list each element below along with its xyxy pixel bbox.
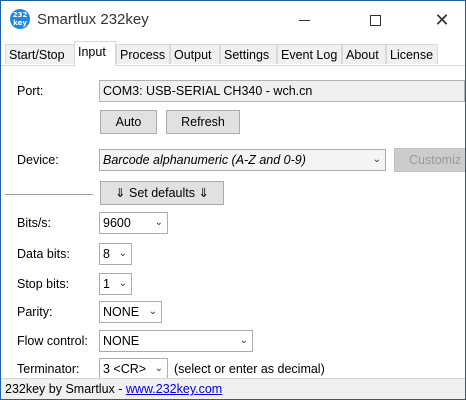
stopbits-select-value: 1 — [103, 277, 110, 291]
device-label: Device: — [17, 153, 59, 167]
divider — [5, 194, 93, 195]
terminator-select-value: 3 <CR> — [103, 362, 147, 376]
tab-settings[interactable]: Settings — [220, 44, 277, 64]
parity-select-value: NONE — [103, 305, 140, 319]
chevron-down-icon: ⌄ — [148, 306, 157, 317]
flow-select[interactable]: NONE ⌄ — [99, 330, 253, 352]
window-title: Smartlux 232key — [37, 11, 149, 28]
parity-label: Parity: — [17, 305, 53, 319]
close-icon: ✕ — [434, 9, 450, 31]
tab-start-stop[interactable]: Start/Stop — [5, 44, 75, 64]
databits-label: Data bits: — [17, 247, 70, 261]
minimize-icon — [298, 19, 310, 21]
bits-label: Bits/s: — [17, 216, 52, 230]
tab-input[interactable]: Input — [74, 41, 116, 66]
status-text: 232key by Smartlux - — [5, 382, 126, 396]
device-select[interactable]: Barcode alphanumeric (A-Z and 0-9) ⌄ — [99, 149, 386, 171]
maximize-button[interactable] — [352, 1, 398, 39]
device-select-value: Barcode alphanumeric (A-Z and 0-9) — [103, 153, 306, 167]
flow-select-value: NONE — [103, 334, 140, 348]
tab-process[interactable]: Process — [116, 44, 170, 64]
app-logo-icon: 232 key — [10, 9, 30, 29]
tab-strip: Start/Stop Input Process Output Settings… — [1, 41, 465, 66]
terminator-label: Terminator: — [17, 362, 80, 376]
chevron-down-icon: ⌄ — [118, 248, 127, 259]
title-bar: 232 key Smartlux 232key ✕ — [1, 1, 465, 39]
auto-button[interactable]: Auto — [100, 110, 157, 134]
minimize-button[interactable] — [281, 1, 327, 39]
port-field[interactable]: COM3: USB-SERIAL CH340 - wch.cn — [99, 80, 465, 102]
tab-output[interactable]: Output — [170, 44, 220, 64]
port-label: Port: — [17, 84, 44, 98]
website-link[interactable]: www.232key.com — [126, 382, 222, 396]
status-bar: 232key by Smartlux - www.232key.com — [1, 378, 465, 399]
tab-event-log[interactable]: Event Log — [277, 44, 342, 64]
bits-select-value: 9600 — [103, 216, 131, 230]
chevron-down-icon: ⌄ — [239, 335, 248, 346]
databits-select-value: 8 — [103, 247, 110, 261]
tab-license[interactable]: License — [386, 44, 438, 64]
refresh-button[interactable]: Refresh — [166, 110, 240, 134]
chevron-down-icon: ⌄ — [154, 217, 163, 228]
set-defaults-button[interactable]: ⇓ Set defaults ⇓ — [100, 181, 224, 205]
tab-about[interactable]: About — [342, 44, 386, 64]
flow-label: Flow control: — [17, 334, 88, 348]
stopbits-label: Stop bits: — [17, 277, 70, 291]
maximize-icon — [369, 14, 381, 26]
databits-select[interactable]: 8 ⌄ — [99, 243, 132, 265]
parity-select[interactable]: NONE ⌄ — [99, 301, 162, 323]
chevron-down-icon: ⌄ — [154, 363, 163, 374]
stopbits-select[interactable]: 1 ⌄ — [99, 273, 132, 295]
customize-button: Customiz — [394, 148, 465, 172]
app-window: 232 key Smartlux 232key ✕ Start/Stop Inpu… — [0, 0, 466, 400]
bits-select[interactable]: 9600 ⌄ — [99, 212, 168, 234]
terminator-select[interactable]: 3 <CR> ⌄ — [99, 358, 168, 380]
close-button[interactable]: ✕ — [419, 1, 465, 39]
terminator-hint: (select or enter as decimal) — [174, 362, 325, 376]
chevron-down-icon: ⌄ — [118, 278, 127, 289]
chevron-down-icon: ⌄ — [372, 154, 381, 165]
